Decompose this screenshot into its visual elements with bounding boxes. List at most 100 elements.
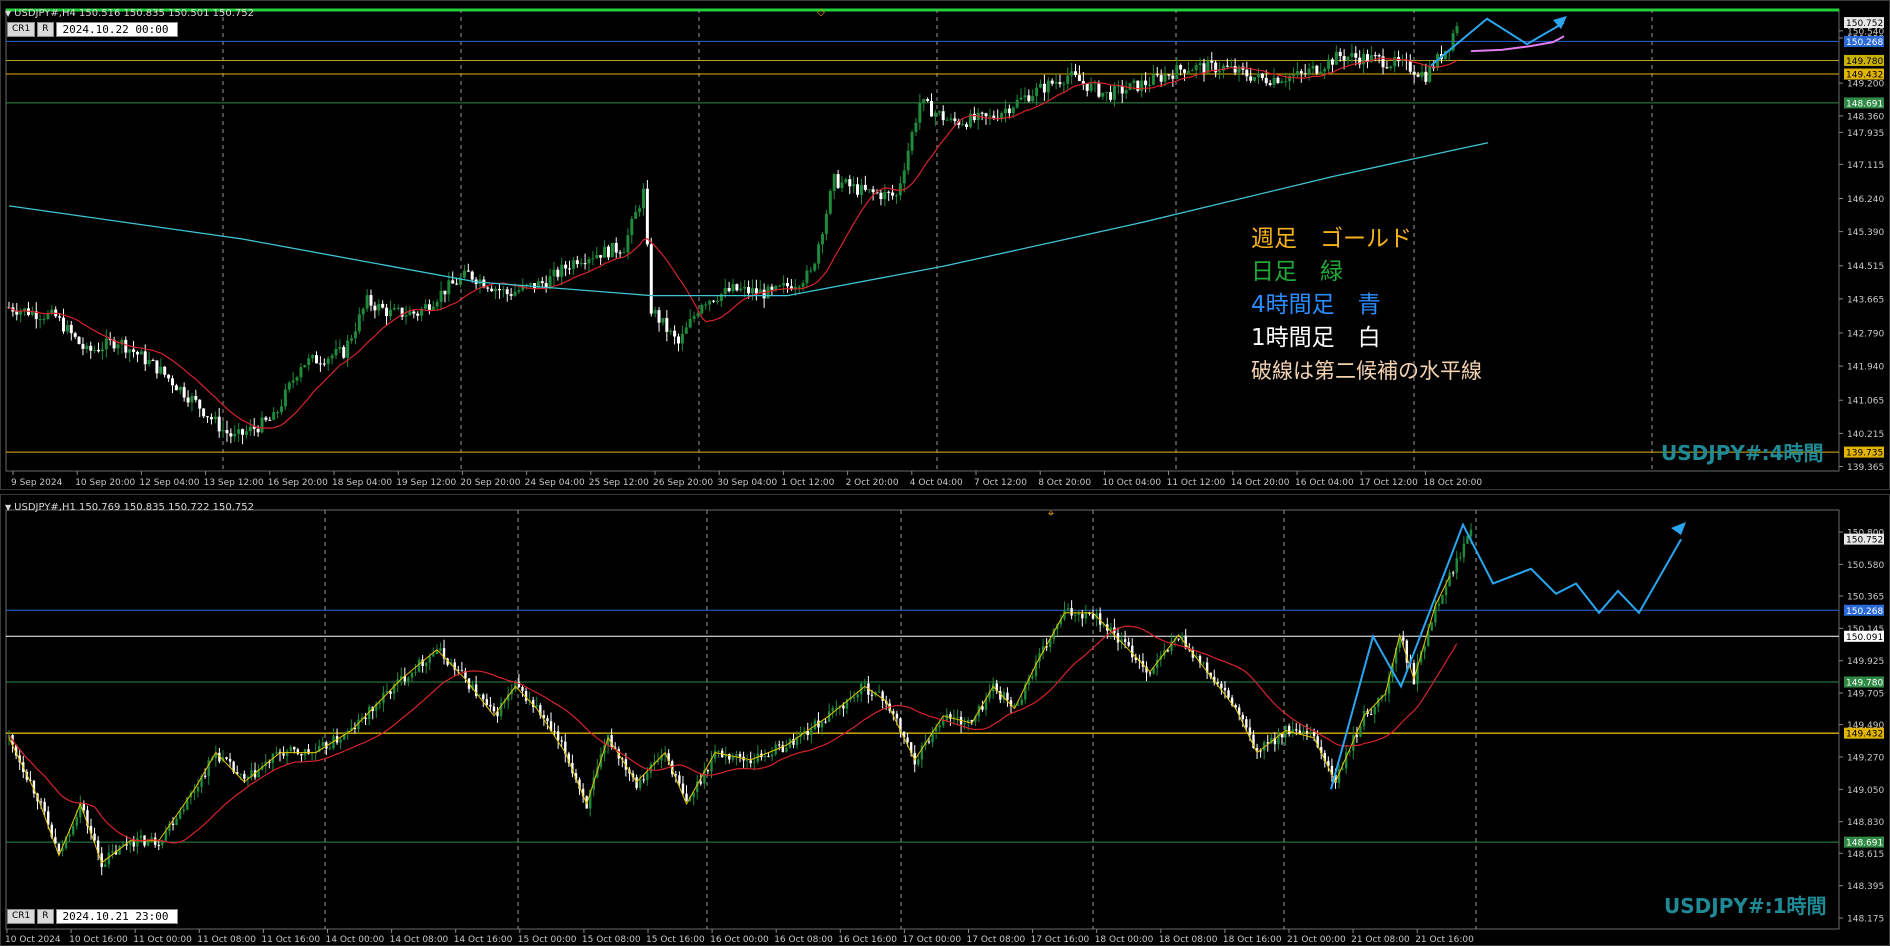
collapse-triangle-icon[interactable]: ▼ — [5, 9, 11, 18]
h4-candle-body — [1074, 71, 1078, 75]
h4-candle-body — [412, 311, 416, 314]
h1-candle-body — [164, 831, 168, 841]
h4-candle-body — [1058, 82, 1062, 85]
h4-time-field[interactable]: 2024.10.22 00:00 — [55, 22, 178, 37]
h1-chart-header: ▼ USDJPY#,H1 150.769 150.835 150.722 150.… — [5, 502, 254, 513]
h4-candle-body — [914, 122, 918, 133]
h4-time-label: 4 Oct 04:00 — [910, 478, 963, 488]
h1-candle-body — [938, 725, 941, 728]
h1-candle-body — [546, 718, 549, 722]
h4-candle-body — [276, 412, 280, 414]
h1-candle-body — [856, 694, 859, 698]
h4-candle-body — [1330, 59, 1334, 65]
h4-candle-body — [1284, 81, 1288, 83]
h4-candle-body — [785, 283, 789, 287]
h4-candle-body — [330, 355, 334, 359]
cr1-badge[interactable]: CR1 — [7, 909, 36, 924]
h4-time-label: 18 Sep 04:00 — [332, 478, 392, 488]
h4-candle-body — [237, 429, 241, 434]
h4-candle-body — [1245, 69, 1249, 77]
h4-candle-body — [443, 290, 447, 295]
h4-candle-body — [264, 417, 268, 420]
h1-candle-body — [906, 737, 909, 743]
h4-candle-body — [1416, 74, 1420, 77]
h1-candle-body — [1127, 641, 1130, 646]
h1-candle-body — [136, 838, 139, 847]
h4-candle-body — [583, 263, 587, 265]
h4-price-label: 148.691 — [1846, 99, 1883, 109]
h4-candle-body — [381, 303, 385, 308]
h4-candle-body — [797, 286, 801, 288]
h4-candle-body — [1070, 71, 1074, 76]
h4-candle-body — [540, 281, 544, 284]
h4-candle-body — [470, 271, 474, 280]
h4-candle-body — [404, 315, 408, 317]
h4-candle-body — [38, 318, 42, 320]
h4-candle-body — [1031, 96, 1035, 102]
h4-candle-body — [587, 259, 591, 264]
h1-time-label: 15 Oct 08:00 — [582, 935, 641, 945]
h1-candle-body — [171, 823, 175, 826]
h4-candle-body — [1249, 76, 1253, 81]
h4-candle-body — [377, 303, 381, 311]
h1-time-field[interactable]: 2024.10.21 23:00 — [55, 909, 178, 924]
r-badge[interactable]: R — [37, 909, 54, 924]
h4-candle-body — [782, 283, 786, 286]
h4-price-label: 147.115 — [1847, 161, 1884, 171]
h4-time-label: 11 Oct 12:00 — [1167, 478, 1226, 488]
h1-candle-body — [646, 772, 649, 780]
h4-candle-body — [1424, 71, 1428, 82]
h4-candle-body — [93, 349, 97, 351]
h4-candle-body — [595, 255, 599, 259]
h1-chart-canvas[interactable]: ⌖150.800150.752150.580150.365150.268150.… — [1, 495, 1890, 946]
h4-chart-canvas[interactable]: ◇150.752150.540150.355150.268149.780149.… — [1, 1, 1890, 490]
h4-candle-body — [353, 331, 357, 339]
h4-candle-body — [279, 406, 283, 413]
h4-candle-body — [385, 307, 389, 317]
h4-chart-window[interactable]: ▼ USDJPY#,H4 150.516 150.835 150.501 150.… — [0, 0, 1890, 490]
h4-candle-body — [560, 264, 564, 277]
cr1-badge[interactable]: CR1 — [7, 22, 36, 37]
collapse-triangle-icon[interactable]: ▼ — [5, 503, 11, 512]
h1-candle-body — [778, 744, 781, 746]
h4-candle-body — [272, 412, 276, 420]
h4-time-label: 20 Sep 20:00 — [460, 478, 520, 488]
legend-weekly: 週足 ゴールド — [1251, 226, 1412, 252]
h1-candle-body — [524, 690, 528, 701]
h4-candle-body — [1229, 66, 1233, 68]
h4-candle-body — [1346, 56, 1350, 61]
h4-price-label: 149.200 — [1847, 80, 1884, 90]
h4-candle-body — [1377, 55, 1381, 57]
h1-time-label: 10 Oct 16:00 — [69, 935, 128, 945]
h4-candle-body — [1264, 77, 1268, 84]
h4-candle-body — [1124, 89, 1128, 94]
h1-candle-body — [71, 825, 75, 835]
h1-chart-window[interactable]: ▼ USDJPY#,H1 150.769 150.835 150.722 150.… — [0, 494, 1890, 946]
r-badge[interactable]: R — [37, 22, 54, 37]
h1-candle-body — [282, 753, 285, 756]
legend-h4: 4時間足 青 — [1251, 292, 1381, 318]
h1-candle-body — [1177, 638, 1180, 640]
h1-candle-body — [1469, 529, 1473, 537]
h4-candle-body — [972, 113, 976, 121]
h4-candle-body — [634, 211, 638, 219]
h4-candle-body — [610, 242, 614, 258]
h1-candle-body — [560, 740, 563, 742]
h4-candle-body — [1183, 69, 1187, 73]
h1-candle-body — [228, 758, 232, 762]
h1-candle-body — [820, 721, 824, 728]
h1-candle-body — [68, 834, 71, 837]
h1-candle-body — [1245, 719, 1248, 728]
h1-candle-body — [1373, 706, 1376, 715]
h1-candle-body — [182, 809, 185, 812]
h1-candle-body — [1302, 731, 1305, 733]
h4-candle-body — [1225, 65, 1229, 67]
h4-candle-body — [303, 365, 307, 368]
h4-candle-body — [357, 314, 361, 332]
h4-candle-body — [326, 358, 330, 364]
h4-candle-body — [575, 260, 579, 265]
h4-candle-body — [447, 280, 451, 295]
h4-candle-body — [832, 174, 836, 192]
h4-candle-body — [497, 288, 501, 291]
h4-candle-body — [1276, 77, 1280, 83]
